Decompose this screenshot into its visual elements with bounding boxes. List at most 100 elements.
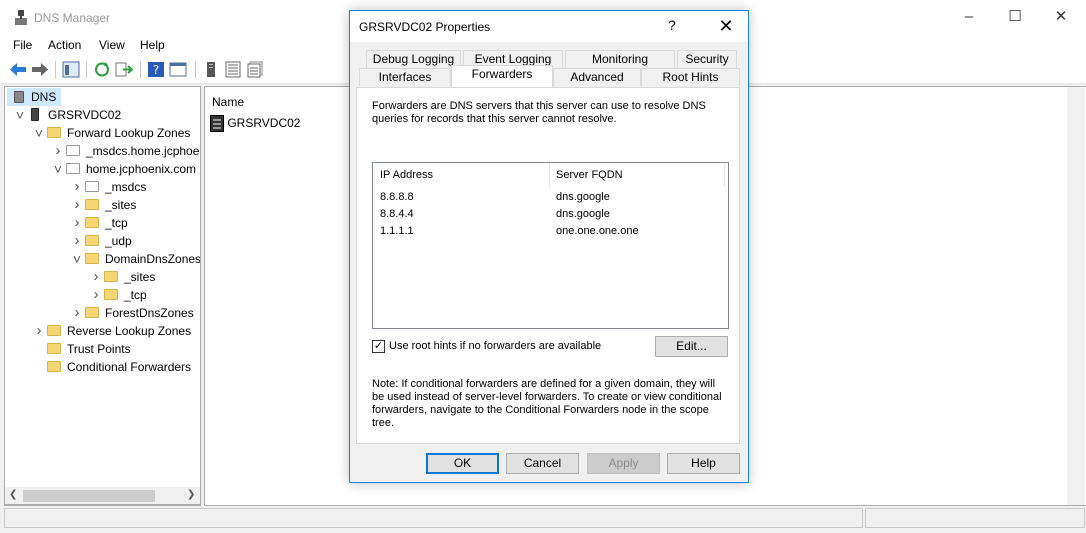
menu-action[interactable]: Action: [48, 38, 81, 52]
tree-item-label: _sites: [124, 270, 156, 284]
edit-button[interactable]: Edit...: [655, 336, 728, 357]
menu-file[interactable]: File: [13, 38, 32, 52]
help-icon[interactable]: ?: [147, 61, 165, 78]
chevron-right-icon[interactable]: ›: [91, 286, 101, 304]
tree-item[interactable]: › Reverse Lookup Zones: [5, 322, 200, 340]
chevron-down-icon[interactable]: ˅: [53, 160, 63, 178]
tab-interfaces[interactable]: Interfaces: [359, 68, 451, 86]
tree-item-label: home.jcphoenix.com: [86, 162, 197, 176]
chevron-right-icon[interactable]: ›: [72, 178, 82, 196]
refresh-icon[interactable]: [93, 61, 111, 78]
export-list-icon[interactable]: [115, 61, 133, 78]
chevron-right-icon[interactable]: ›: [72, 214, 82, 232]
column-divider[interactable]: [724, 163, 725, 187]
tree-item[interactable]: › _sites: [5, 196, 200, 214]
records-copy-icon[interactable]: [246, 61, 264, 78]
scrollbar-thumb[interactable]: [23, 490, 155, 502]
forwarder-ip[interactable]: 8.8.8.8: [380, 191, 414, 203]
tree-item-label: _msdcs: [105, 180, 147, 194]
tab-forwarders[interactable]: Forwarders: [451, 65, 553, 87]
forwarder-fqdn[interactable]: dns.google: [556, 191, 610, 203]
use-root-hints-checkbox[interactable]: ✓: [372, 340, 385, 353]
toolbar-separator: [140, 61, 141, 78]
details-vertical-scrollbar[interactable]: [1067, 87, 1085, 505]
console-tree: DNS ˅ GRSRVDC02 ˅ Forward Lookup Zones › _msdc…: [4, 86, 201, 506]
chevron-right-icon[interactable]: ›: [91, 268, 101, 286]
tree-item[interactable]: › _tcp: [5, 286, 200, 304]
chevron-down-icon[interactable]: ˅: [72, 250, 82, 268]
tab-security[interactable]: Security: [677, 50, 737, 68]
tree-item[interactable]: DNS: [7, 88, 61, 106]
tree-item[interactable]: ˅ Forward Lookup Zones: [5, 124, 200, 142]
tree-item[interactable]: › _udp: [5, 232, 200, 250]
chevron-right-icon[interactable]: ›: [72, 232, 82, 250]
forward-arrow-icon[interactable]: [31, 61, 49, 78]
forwarder-fqdn[interactable]: dns.google: [556, 208, 610, 220]
tree-item-label: Forward Lookup Zones: [67, 126, 191, 140]
use-root-hints-label[interactable]: Use root hints if no forwarders are avai…: [389, 340, 601, 352]
show-hide-console-tree-icon[interactable]: [62, 61, 80, 78]
server-icon[interactable]: [202, 61, 220, 78]
tree-item[interactable]: Trust Points: [5, 340, 200, 358]
column-header-name[interactable]: Name: [212, 95, 244, 109]
tree-item[interactable]: ˅ GRSRVDC02: [5, 106, 200, 124]
tree-item-label: DomainDnsZones: [105, 252, 201, 266]
tree-item-label: _udp: [105, 234, 132, 248]
chevron-right-icon[interactable]: ›: [34, 322, 44, 340]
forwarder-ip[interactable]: 1.1.1.1: [380, 225, 414, 237]
chevron-down-icon[interactable]: ˅: [15, 106, 25, 124]
chevron-right-icon[interactable]: ›: [53, 142, 63, 160]
tree-horizontal-scrollbar[interactable]: ❮ ❯: [4, 487, 201, 505]
records-icon[interactable]: [224, 61, 242, 78]
forwarders-list[interactable]: IP Address Server FQDN 8.8.8.8 dns.googl…: [372, 162, 729, 329]
close-window-button[interactable]: ✕: [1038, 0, 1084, 34]
tab-debug-logging[interactable]: Debug Logging: [366, 50, 461, 68]
svg-text:?: ?: [153, 63, 159, 77]
zone-icon: [66, 163, 80, 174]
folder-icon: [85, 217, 99, 228]
menu-help[interactable]: Help: [140, 38, 165, 52]
folder-icon: [47, 361, 61, 372]
scroll-left-arrow-icon[interactable]: ❮: [9, 489, 17, 500]
chevron-right-icon[interactable]: ›: [72, 304, 82, 322]
menu-view[interactable]: View: [99, 38, 125, 52]
tab-root-hints[interactable]: Root Hints: [641, 68, 740, 86]
properties-icon[interactable]: [169, 61, 187, 78]
maximize-button[interactable]: ☐: [992, 0, 1038, 34]
chevron-right-icon[interactable]: ›: [72, 196, 82, 214]
forwarder-ip[interactable]: 8.8.4.4: [380, 208, 414, 220]
server-icon: [210, 115, 224, 133]
tree-item[interactable]: › _msdcs: [5, 178, 200, 196]
tree-item[interactable]: ˅ home.jcphoenix.com: [5, 160, 200, 178]
tree-item[interactable]: › _sites: [5, 268, 200, 286]
toolbar-separator: [195, 61, 196, 78]
column-divider[interactable]: [549, 163, 550, 187]
dialog-help-button[interactable]: ?: [668, 17, 676, 33]
chevron-down-icon[interactable]: ˅: [34, 124, 44, 142]
apply-button[interactable]: Apply: [587, 453, 660, 474]
dialog-title: GRSRVDC02 Properties: [359, 20, 491, 34]
tree-item-label: Reverse Lookup Zones: [67, 324, 192, 338]
tree-item[interactable]: › ForestDnsZones: [5, 304, 200, 322]
forwarders-description: Forwarders are DNS servers that this ser…: [372, 100, 706, 125]
tree-item[interactable]: ˅ DomainDnsZones: [5, 250, 200, 268]
dns-manager-icon: [15, 10, 27, 25]
forwarder-fqdn[interactable]: one.one.one.one: [556, 225, 639, 237]
status-bar-section: [865, 508, 1085, 528]
ok-button[interactable]: OK: [426, 453, 499, 474]
column-header-server-fqdn[interactable]: Server FQDN: [556, 169, 623, 181]
back-arrow-icon[interactable]: [9, 61, 27, 78]
cancel-button[interactable]: Cancel: [506, 453, 579, 474]
scroll-right-arrow-icon[interactable]: ❯: [187, 489, 195, 500]
dialog-close-button[interactable]: ✕: [712, 13, 740, 39]
tree-item[interactable]: › _msdcs.home.jcphoenix.com: [5, 142, 201, 160]
tab-monitoring[interactable]: Monitoring: [565, 50, 675, 68]
help-button[interactable]: Help: [667, 453, 740, 474]
list-item[interactable]: GRSRVDC02: [210, 114, 300, 133]
tree-item[interactable]: Conditional Forwarders: [5, 358, 200, 376]
column-header-ip-address[interactable]: IP Address: [380, 169, 433, 181]
tab-advanced[interactable]: Advanced: [553, 68, 641, 86]
tree-item[interactable]: › _tcp: [5, 214, 200, 232]
window-title: DNS Manager: [34, 11, 111, 25]
minimize-button[interactable]: –: [946, 0, 992, 34]
